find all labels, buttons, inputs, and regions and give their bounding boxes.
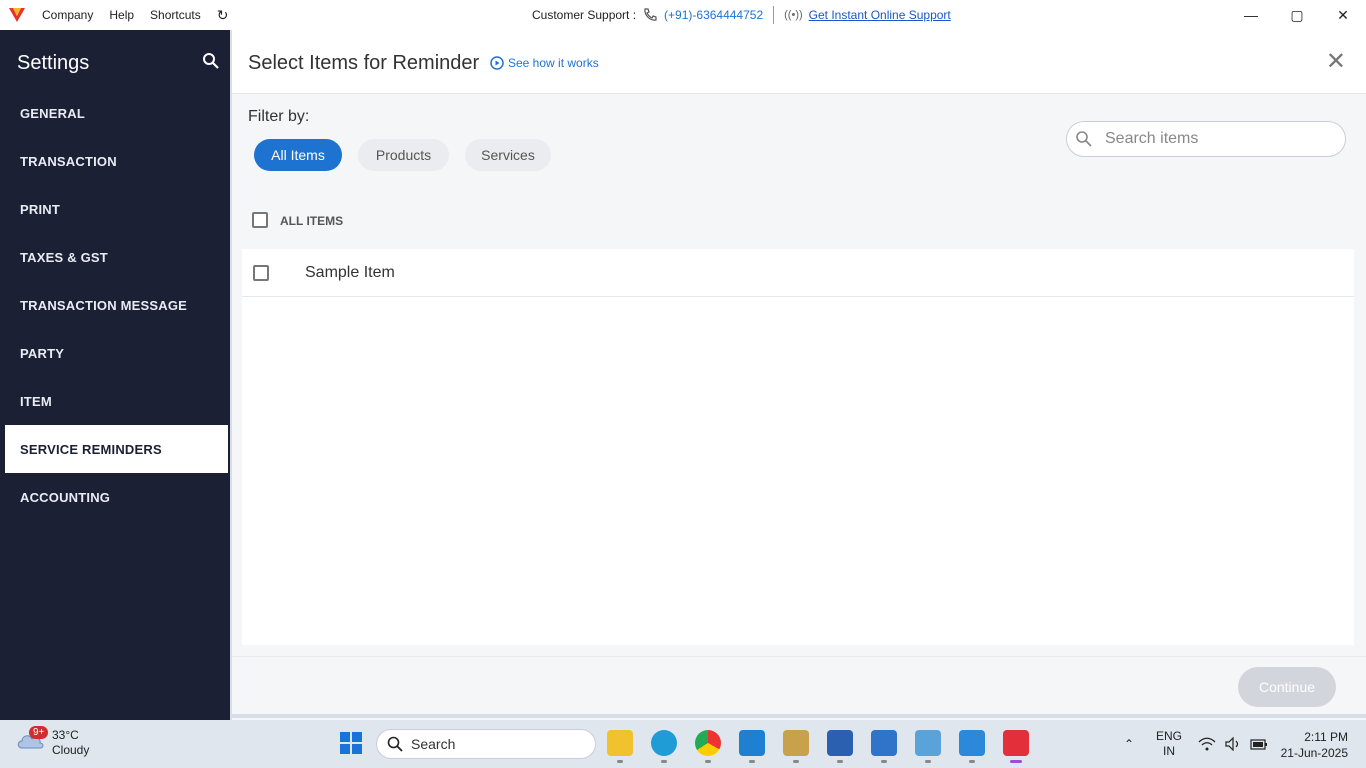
window-controls: — ▢ ✕ bbox=[1228, 0, 1366, 30]
windows-start-icon[interactable] bbox=[340, 732, 362, 754]
sidebar-item-taxes-gst[interactable]: TAXES & GST bbox=[5, 233, 228, 281]
panel-footer: Continue bbox=[232, 656, 1366, 716]
vyapar-logo-icon bbox=[9, 8, 25, 22]
region-code: IN bbox=[1163, 744, 1175, 758]
running-indicator bbox=[749, 760, 755, 763]
play-circle-icon bbox=[490, 56, 504, 70]
sidebar-title: Settings bbox=[17, 52, 90, 74]
refresh-icon[interactable]: ↻ bbox=[217, 7, 229, 24]
vyapar-app-icon[interactable] bbox=[1003, 730, 1029, 756]
filter-all-items[interactable]: All Items bbox=[254, 139, 342, 171]
divider bbox=[773, 6, 775, 24]
taskbar: 33°C Cloudy 9+ Search ⌃ ENG IN 2:11 PM 2… bbox=[0, 720, 1366, 768]
weather-condition: Cloudy bbox=[52, 743, 90, 757]
menu-company[interactable]: Company bbox=[42, 8, 93, 22]
taskbar-search[interactable]: Search bbox=[376, 729, 596, 759]
running-indicator bbox=[837, 760, 843, 763]
file-explorer-icon[interactable] bbox=[607, 730, 633, 756]
running-indicator bbox=[661, 760, 667, 763]
close-window-icon[interactable]: ✕ bbox=[1320, 0, 1366, 30]
temperature: 33°C bbox=[52, 728, 79, 742]
running-indicator bbox=[969, 760, 975, 763]
battery-icon bbox=[1250, 739, 1267, 750]
sidebar-item-general[interactable]: GENERAL bbox=[5, 89, 228, 137]
active-app-indicator bbox=[1010, 760, 1022, 763]
sidebar-item-service-reminders[interactable]: SERVICE REMINDERS bbox=[5, 425, 228, 473]
system-clock[interactable]: 2:11 PM 21-Jun-2025 bbox=[1278, 729, 1348, 761]
reminder-item-panel: Select Items for Reminder See how it wor… bbox=[230, 30, 1366, 720]
sidebar-item-item[interactable]: ITEM bbox=[5, 377, 228, 425]
continue-button[interactable]: Continue bbox=[1238, 667, 1336, 707]
taskbar-search-label: Search bbox=[411, 736, 456, 752]
phone-icon bbox=[644, 8, 657, 21]
running-indicator bbox=[881, 760, 887, 763]
broadcast-icon: ((•)) bbox=[784, 9, 803, 21]
see-how-it-works-link[interactable]: See how it works bbox=[490, 56, 599, 70]
support-phone[interactable]: (+91)-6364444752 bbox=[664, 8, 763, 22]
clock-time: 2:11 PM bbox=[1304, 730, 1348, 744]
notification-badge: 9+ bbox=[29, 726, 49, 739]
system-tray[interactable] bbox=[1198, 720, 1268, 768]
filter-label: Filter by: bbox=[248, 108, 310, 125]
close-icon[interactable]: ✕ bbox=[1326, 50, 1346, 74]
minimize-icon[interactable]: — bbox=[1228, 0, 1274, 30]
running-indicator bbox=[705, 760, 711, 763]
support-label: Customer Support : bbox=[532, 8, 637, 22]
panel-header: Select Items for Reminder See how it wor… bbox=[232, 30, 1366, 94]
running-indicator bbox=[925, 760, 931, 763]
language-code: ENG bbox=[1156, 729, 1183, 743]
item-checkbox[interactable] bbox=[253, 265, 269, 281]
search-icon bbox=[1076, 131, 1092, 147]
sidebar-item-transaction-message[interactable]: TRANSACTION MESSAGE bbox=[5, 281, 228, 329]
settings-sidebar: Settings GENERAL TRANSACTION PRINT TAXES… bbox=[0, 30, 230, 720]
tools-icon[interactable] bbox=[783, 730, 809, 756]
title-bar: Company Help Shortcuts ↻ Customer Suppor… bbox=[0, 0, 1366, 30]
sidebar-item-party[interactable]: PARTY bbox=[5, 329, 228, 377]
menu-help[interactable]: Help bbox=[109, 8, 134, 22]
weather-widget[interactable]: 33°C Cloudy bbox=[16, 728, 89, 758]
list-item[interactable]: Sample Item bbox=[242, 249, 1354, 297]
sidebar-item-transaction[interactable]: TRANSACTION bbox=[5, 137, 228, 185]
chrome-icon[interactable] bbox=[695, 730, 721, 756]
sidebar-item-accounting[interactable]: ACCOUNTING bbox=[5, 473, 228, 521]
clock-date: 21-Jun-2025 bbox=[1280, 746, 1348, 760]
search-items-box[interactable] bbox=[1066, 121, 1346, 157]
online-support-link[interactable]: Get Instant Online Support bbox=[809, 8, 951, 22]
customer-support: Customer Support : (+91)-6364444752 ((•)… bbox=[532, 0, 951, 30]
filter-products[interactable]: Products bbox=[358, 139, 449, 171]
search-icon bbox=[387, 736, 403, 752]
item-name: Sample Item bbox=[305, 264, 395, 281]
photos-icon[interactable] bbox=[959, 730, 985, 756]
how-link-label: See how it works bbox=[508, 56, 599, 70]
edge-icon[interactable] bbox=[651, 730, 677, 756]
sidebar-item-print[interactable]: PRINT bbox=[5, 185, 228, 233]
page-title: Select Items for Reminder bbox=[248, 52, 480, 74]
search-input[interactable] bbox=[1105, 130, 1325, 148]
item-list: Sample Item bbox=[242, 249, 1354, 645]
running-indicator bbox=[617, 760, 623, 763]
sidebar-item-label: SERVICE REMINDERS bbox=[20, 441, 162, 457]
wifi-icon bbox=[1198, 737, 1216, 751]
app-menu: Company Help Shortcuts ↻ bbox=[42, 0, 228, 30]
all-items-label: ALL ITEMS bbox=[280, 214, 344, 228]
menu-shortcuts[interactable]: Shortcuts bbox=[150, 8, 201, 22]
vscode-icon[interactable] bbox=[739, 730, 765, 756]
language-indicator[interactable]: ENG IN bbox=[1156, 720, 1182, 768]
running-indicator bbox=[793, 760, 799, 763]
notepad-icon[interactable] bbox=[871, 730, 897, 756]
select-all-checkbox[interactable] bbox=[252, 212, 268, 228]
filter-services[interactable]: Services bbox=[465, 139, 551, 171]
volume-icon bbox=[1225, 737, 1239, 751]
panel-bottom-border bbox=[230, 714, 1366, 718]
show-hidden-icons-icon[interactable]: ⌃ bbox=[1124, 720, 1134, 768]
maximize-icon[interactable]: ▢ bbox=[1274, 0, 1320, 30]
search-icon[interactable] bbox=[202, 52, 220, 70]
word-icon[interactable] bbox=[827, 730, 853, 756]
control-panel-icon[interactable] bbox=[915, 730, 941, 756]
